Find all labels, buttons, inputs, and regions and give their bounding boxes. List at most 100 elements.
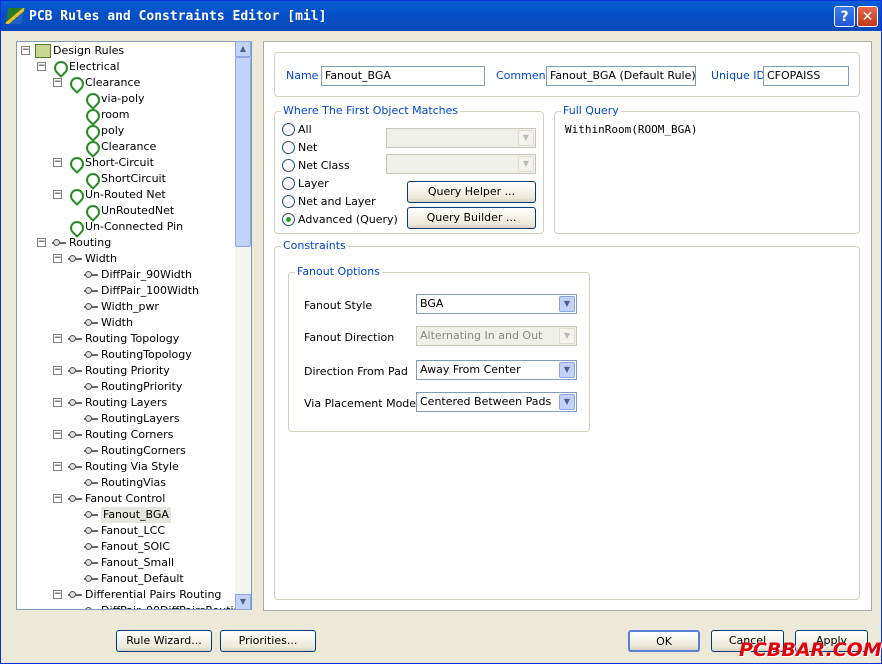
tree-item[interactable]: Routing Layers xyxy=(67,395,167,411)
tree-item[interactable]: Routing Topology xyxy=(67,331,179,347)
tree-expander-icon[interactable]: − xyxy=(53,366,62,375)
tree-item[interactable]: Un-Routed Net xyxy=(67,187,166,203)
tree-item[interactable]: RoutingCorners xyxy=(83,443,186,459)
scope-radio[interactable]: Net and Layer xyxy=(282,195,376,208)
scope-radio[interactable]: Layer xyxy=(282,177,329,190)
tree-expander-icon[interactable]: − xyxy=(53,78,62,87)
tree-expander-icon[interactable]: − xyxy=(53,398,62,407)
query-builder-button[interactable]: Query Builder ... xyxy=(407,207,536,229)
direction-from-pad-label: Direction From Pad xyxy=(304,365,408,378)
tree-item[interactable]: RoutingLayers xyxy=(83,411,180,427)
tree-item[interactable]: Routing Via Style xyxy=(67,459,179,475)
tree-item-label: DiffPair_90Width xyxy=(101,268,193,281)
comment-input[interactable]: Fanout_BGA (Default Rule) xyxy=(546,66,696,86)
tree-item-label: via-poly xyxy=(101,92,145,105)
tree-item[interactable]: room xyxy=(83,107,129,123)
scope-radio[interactable]: Advanced (Query) xyxy=(282,213,398,226)
tree-item[interactable]: Routing Corners xyxy=(67,427,173,443)
tree-item-label: DiffPair_100Width xyxy=(101,284,200,297)
tree-expander-icon[interactable]: − xyxy=(53,462,62,471)
tree-item[interactable]: poly xyxy=(83,123,124,139)
routing-icon xyxy=(83,300,99,314)
tree-item[interactable]: Electrical xyxy=(51,59,120,75)
tree-item[interactable]: Differential Pairs Routing xyxy=(67,587,221,603)
tree-item[interactable]: Width xyxy=(67,251,117,267)
radio-circle-icon[interactable] xyxy=(282,195,295,208)
routing-icon xyxy=(83,508,99,522)
help-button[interactable]: ? xyxy=(834,6,855,27)
first-object-title: Where The First Object Matches xyxy=(281,104,461,117)
tree-expander-icon[interactable]: − xyxy=(53,254,62,263)
tree-item[interactable]: UnRoutedNet xyxy=(83,203,174,219)
tree-item[interactable]: Fanout_SOIC xyxy=(83,539,170,555)
tree-item[interactable]: Design Rules xyxy=(35,43,124,59)
scroll-thumb[interactable] xyxy=(235,57,251,247)
full-query-text[interactable]: WithinRoom(ROOM_BGA) xyxy=(565,123,697,136)
electrical-icon xyxy=(83,92,99,106)
rule-wizard-button[interactable]: Rule Wizard... xyxy=(116,630,212,652)
tree-item[interactable]: Fanout Control xyxy=(67,491,165,507)
name-input[interactable]: Fanout_BGA xyxy=(321,66,485,86)
tree-item[interactable]: ShortCircuit xyxy=(83,171,166,187)
tree-expander-icon[interactable]: − xyxy=(53,590,62,599)
radio-circle-icon[interactable] xyxy=(282,213,295,226)
radio-circle-icon[interactable] xyxy=(282,159,295,172)
tree-item[interactable]: DiffPair_90DiffPairsRouting xyxy=(83,603,248,609)
tree-item-label: Width_pwr xyxy=(101,300,159,313)
via-placement-combo[interactable]: Centered Between Pads ▼ xyxy=(416,392,577,412)
scroll-up-icon[interactable]: ▲ xyxy=(235,41,251,57)
priorities-button[interactable]: Priorities... xyxy=(220,630,316,652)
tree-item[interactable]: Routing xyxy=(51,235,111,251)
tree-item[interactable]: RoutingTopology xyxy=(83,347,192,363)
tree-item[interactable]: RoutingVias xyxy=(83,475,166,491)
tree-item-label: Fanout_BGA xyxy=(101,507,171,523)
tree-item[interactable]: Short-Circuit xyxy=(67,155,154,171)
tree-item-label: Routing Priority xyxy=(85,364,170,377)
tree-expander-icon[interactable]: − xyxy=(21,46,30,55)
chevron-down-icon[interactable]: ▼ xyxy=(559,394,575,410)
tree-item[interactable]: Un-Connected Pin xyxy=(67,219,183,235)
tree-expander-icon[interactable]: − xyxy=(37,62,46,71)
scope-radio[interactable]: All xyxy=(282,123,312,136)
tree-item[interactable]: DiffPair_90Width xyxy=(83,267,192,283)
tree-expander-icon[interactable]: − xyxy=(37,238,46,247)
tree-item[interactable]: Fanout_Small xyxy=(83,555,174,571)
scope-radio[interactable]: Net Class xyxy=(282,159,350,172)
scroll-down-icon[interactable]: ▼ xyxy=(235,594,251,610)
tree-item[interactable]: Fanout_Default xyxy=(83,571,184,587)
tree-item[interactable]: Width xyxy=(83,315,133,331)
radio-circle-icon[interactable] xyxy=(282,123,295,136)
query-helper-button[interactable]: Query Helper ... xyxy=(407,181,536,203)
tree-item[interactable]: Fanout_LCC xyxy=(83,523,165,539)
scope-radio[interactable]: Net xyxy=(282,141,317,154)
tree-item[interactable]: Fanout_BGA xyxy=(83,507,171,523)
tree-item[interactable]: RoutingPriority xyxy=(83,379,182,395)
radio-circle-icon[interactable] xyxy=(282,177,295,190)
tree-item-label: ShortCircuit xyxy=(101,172,166,185)
tree-item[interactable]: Width_pwr xyxy=(83,299,159,315)
tree-item[interactable]: via-poly xyxy=(83,91,145,107)
tree-expander-icon[interactable]: − xyxy=(53,190,62,199)
tree-item[interactable]: Clearance xyxy=(67,75,140,91)
tree-item[interactable]: Clearance xyxy=(83,139,156,155)
fanout-style-combo[interactable]: BGA ▼ xyxy=(416,294,577,314)
chevron-down-icon[interactable]: ▼ xyxy=(559,296,575,312)
routing-icon xyxy=(83,316,99,330)
tree-item[interactable]: DiffPair_100Width xyxy=(83,283,199,299)
tree-item[interactable]: Routing Priority xyxy=(67,363,170,379)
chevron-down-icon[interactable]: ▼ xyxy=(559,362,575,378)
close-button[interactable]: ✕ xyxy=(857,6,878,27)
direction-from-pad-value: Away From Center xyxy=(420,363,521,376)
routing-icon xyxy=(67,396,83,410)
tree-expander-icon[interactable]: − xyxy=(53,334,62,343)
ok-button[interactable]: OK xyxy=(628,630,700,652)
tree-expander-icon[interactable]: − xyxy=(53,430,62,439)
tree-scrollbar[interactable]: ▲ ▼ xyxy=(235,41,251,610)
direction-from-pad-combo[interactable]: Away From Center ▼ xyxy=(416,360,577,380)
unique-id-input[interactable]: CFOPAISS xyxy=(763,66,849,86)
title-bar[interactable]: PCB Rules and Constraints Editor [mil] ?… xyxy=(1,1,881,31)
rules-tree[interactable]: − Design Rules − Electrical − Clearance via-po… xyxy=(16,41,252,610)
tree-expander-icon[interactable]: − xyxy=(53,494,62,503)
tree-expander-icon[interactable]: − xyxy=(53,158,62,167)
radio-circle-icon[interactable] xyxy=(282,141,295,154)
